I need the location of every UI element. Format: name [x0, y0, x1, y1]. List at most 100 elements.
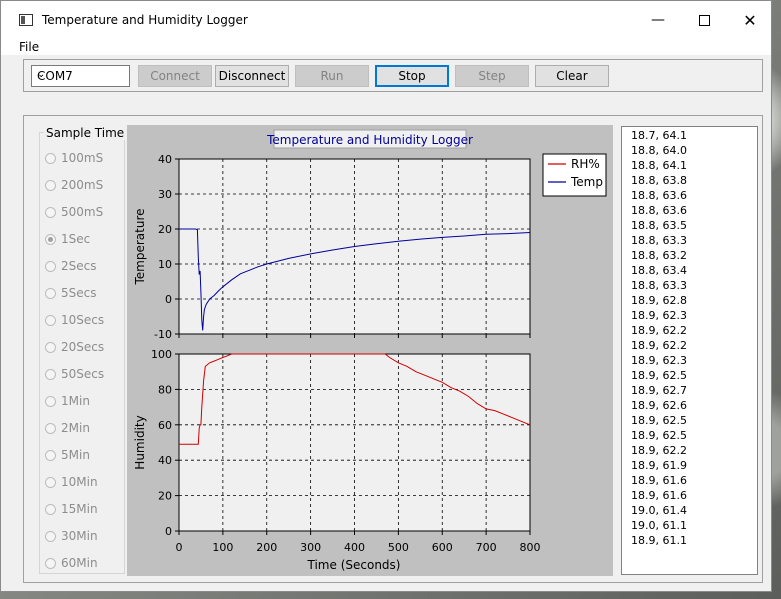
log-listbox[interactable]: 18.7, 64.1 18.8, 64.0 18.8, 64.1 18.8, 63.8… — [621, 126, 758, 575]
title-bar[interactable]: Temperature and Humidity Logger — ✕ — [1, 1, 771, 39]
sample-time-option[interactable]: 10Secs — [45, 312, 104, 328]
list-item[interactable]: 18.9, 61.6 — [631, 474, 687, 487]
y-tick-label: 10 — [158, 258, 172, 271]
x-tick-label: 400 — [344, 541, 365, 554]
chevron-down-icon[interactable]: ⌄ — [37, 69, 125, 80]
window-title: Temperature and Humidity Logger — [42, 13, 248, 27]
list-item[interactable]: 18.9, 62.2 — [631, 324, 687, 337]
y-tick-label: 30 — [158, 188, 172, 201]
list-item[interactable]: 18.8, 63.3 — [631, 234, 687, 247]
radio-icon[interactable] — [45, 179, 56, 191]
connect-button[interactable]: Connect — [138, 65, 212, 87]
sample-time-option-label: 50Secs — [61, 367, 105, 381]
sample-time-option-label: 10Secs — [61, 313, 105, 327]
list-item[interactable]: 18.9, 62.3 — [631, 354, 687, 367]
maximize-icon[interactable] — [681, 1, 727, 39]
sample-time-option[interactable]: 2Min — [45, 420, 90, 436]
list-item[interactable]: 18.8, 63.6 — [631, 204, 687, 217]
radio-icon[interactable] — [45, 233, 56, 245]
x-tick-label: 100 — [212, 541, 233, 554]
list-item[interactable]: 18.9, 62.5 — [631, 414, 687, 427]
list-item[interactable]: 18.8, 63.8 — [631, 174, 687, 187]
x-tick-label: 300 — [300, 541, 321, 554]
minimize-icon[interactable]: — — [635, 1, 681, 39]
sample-time-option-label: 20Secs — [61, 340, 105, 354]
list-item[interactable]: 18.9, 62.7 — [631, 384, 687, 397]
sample-time-option-label: 500mS — [61, 205, 104, 219]
radio-icon[interactable] — [45, 314, 56, 326]
list-item[interactable]: 18.9, 61.6 — [631, 489, 687, 502]
sample-time-option-label: 200mS — [61, 178, 104, 192]
sample-time-option[interactable]: 60Min — [45, 555, 98, 571]
menu-bar: File — [1, 39, 771, 55]
list-item[interactable]: 18.9, 62.8 — [631, 294, 687, 307]
sample-time-option[interactable]: 2Secs — [45, 258, 96, 274]
list-item[interactable]: 18.9, 62.2 — [631, 444, 687, 457]
list-item[interactable]: 18.8, 63.2 — [631, 249, 687, 262]
list-item[interactable]: 18.9, 62.5 — [631, 369, 687, 382]
radio-icon[interactable] — [45, 368, 56, 380]
radio-icon[interactable] — [45, 260, 56, 272]
close-icon[interactable]: ✕ — [727, 1, 773, 39]
radio-icon[interactable] — [45, 341, 56, 353]
sample-time-option-label: 10Min — [61, 475, 98, 489]
sample-time-option[interactable]: 5Secs — [45, 285, 96, 301]
radio-icon[interactable] — [45, 152, 56, 164]
sample-time-option[interactable]: 30Min — [45, 528, 98, 544]
chart-title: Temperature and Humidity Logger — [266, 133, 473, 147]
x-tick-label: 500 — [388, 541, 409, 554]
sample-time-option[interactable]: 15Min — [45, 501, 98, 517]
run-button[interactable]: Run — [295, 65, 369, 87]
sample-time-option-label: 2Min — [61, 421, 90, 435]
radio-icon[interactable] — [45, 557, 56, 569]
disconnect-button[interactable]: Disconnect — [215, 65, 289, 87]
list-item[interactable]: 18.7, 64.1 — [631, 129, 687, 142]
sample-time-option[interactable]: 10Min — [45, 474, 98, 490]
list-item[interactable]: 18.9, 62.3 — [631, 309, 687, 322]
clear-button[interactable]: Clear — [535, 65, 609, 87]
radio-icon[interactable] — [45, 503, 56, 515]
radio-icon[interactable] — [45, 395, 56, 407]
stop-button[interactable]: Stop — [375, 65, 449, 87]
sample-time-option[interactable]: 5Min — [45, 447, 90, 463]
sample-time-option[interactable]: 1Sec — [45, 231, 90, 247]
sample-time-option[interactable]: 500mS — [45, 204, 103, 220]
sample-time-option-label: 1Sec — [61, 232, 91, 246]
step-button[interactable]: Step — [455, 65, 529, 87]
legend-label: RH% — [571, 157, 600, 171]
y-axis-label: Temperature — [133, 208, 147, 285]
port-select[interactable]: COM7 ⌄ — [31, 65, 130, 87]
sample-time-option[interactable]: 1Min — [45, 393, 90, 409]
sample-time-option-label: 60Min — [61, 556, 98, 570]
radio-icon[interactable] — [45, 287, 56, 299]
radio-icon[interactable] — [45, 530, 56, 542]
list-item[interactable]: 18.8, 63.6 — [631, 189, 687, 202]
radio-icon[interactable] — [45, 476, 56, 488]
list-item[interactable]: 18.8, 64.0 — [631, 144, 687, 157]
sample-time-option[interactable]: 20Secs — [45, 339, 104, 355]
sample-time-option-label: 5Secs — [61, 286, 97, 300]
list-item[interactable]: 18.9, 61.9 — [631, 459, 687, 472]
list-item[interactable]: 18.9, 62.2 — [631, 339, 687, 352]
y-axis-label: Humidity — [133, 415, 147, 469]
sample-time-option[interactable]: 50Secs — [45, 366, 104, 382]
list-item[interactable]: 18.8, 63.3 — [631, 279, 687, 292]
y-tick-label: 0 — [165, 293, 172, 306]
radio-icon[interactable] — [45, 422, 56, 434]
list-item[interactable]: 18.9, 62.6 — [631, 399, 687, 412]
list-item[interactable]: 19.0, 61.4 — [631, 504, 687, 517]
sample-time-option-label: 30Min — [61, 529, 98, 543]
radio-icon[interactable] — [45, 449, 56, 461]
list-item[interactable]: 18.8, 64.1 — [631, 159, 687, 172]
list-item[interactable]: 18.8, 63.5 — [631, 219, 687, 232]
list-item[interactable]: 18.9, 61.1 — [631, 534, 687, 547]
list-item[interactable]: 18.9, 62.5 — [631, 429, 687, 442]
menu-file[interactable]: File — [19, 40, 39, 54]
radio-icon[interactable] — [45, 206, 56, 218]
sample-time-option[interactable]: 100mS — [45, 150, 103, 166]
list-item[interactable]: 18.8, 63.4 — [631, 264, 687, 277]
sample-time-option[interactable]: 200mS — [45, 177, 103, 193]
y-tick-label: 20 — [158, 223, 172, 236]
x-tick-label: 0 — [176, 541, 183, 554]
list-item[interactable]: 19.0, 61.1 — [631, 519, 687, 532]
